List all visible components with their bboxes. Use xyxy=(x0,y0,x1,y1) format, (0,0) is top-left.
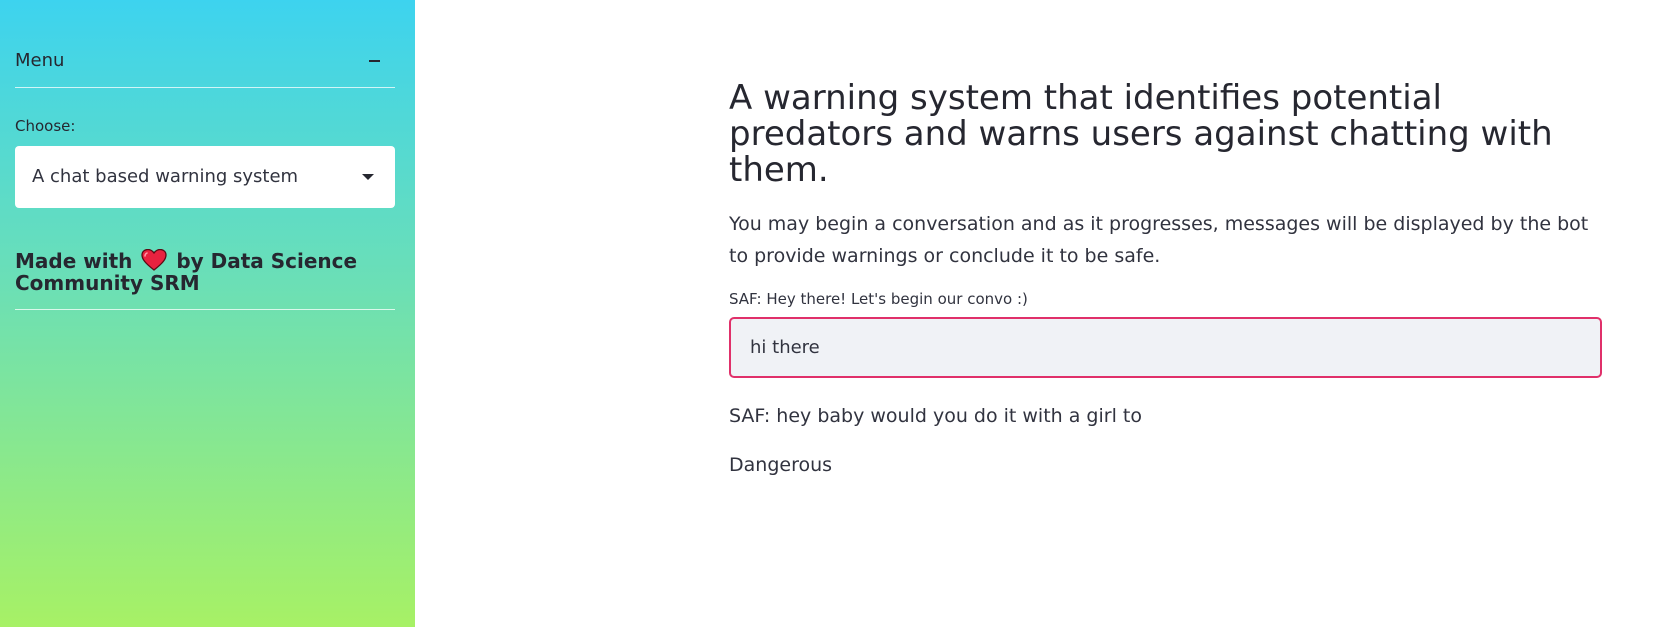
chat-input[interactable] xyxy=(729,317,1602,378)
app-window: Menu Choose: A chat based warning system… xyxy=(0,0,1672,627)
mode-select[interactable]: A chat based warning system xyxy=(15,146,395,208)
heart-icon xyxy=(141,248,167,271)
chat-input-label: SAF: Hey there! Let's begin our convo :) xyxy=(729,290,1028,308)
page-description: You may begin a conversation and as it p… xyxy=(729,213,1589,267)
minus-icon xyxy=(369,60,380,62)
choose-label: Choose: xyxy=(15,117,76,135)
credit-prefix: Made with xyxy=(15,249,133,273)
collapse-menu-button[interactable] xyxy=(365,48,385,72)
mode-select-value: A chat based warning system xyxy=(32,166,299,187)
credit-heading: Made with by Data Science Community SRM xyxy=(15,248,395,294)
page-title: A warning system that identifies potenti… xyxy=(729,78,1553,190)
caret-down-icon xyxy=(362,174,374,180)
content-block: A warning system that identifies potenti… xyxy=(729,80,1605,476)
verdict-text: Dangerous xyxy=(729,454,833,476)
bot-message: SAF: hey baby would you do it with a gir… xyxy=(729,405,1142,427)
sidebar-menu-header: Menu xyxy=(15,46,395,88)
menu-title: Menu xyxy=(15,50,65,71)
main-content: A warning system that identifies potenti… xyxy=(415,0,1672,627)
sidebar: Menu Choose: A chat based warning system… xyxy=(0,0,415,627)
sidebar-divider xyxy=(15,309,395,310)
